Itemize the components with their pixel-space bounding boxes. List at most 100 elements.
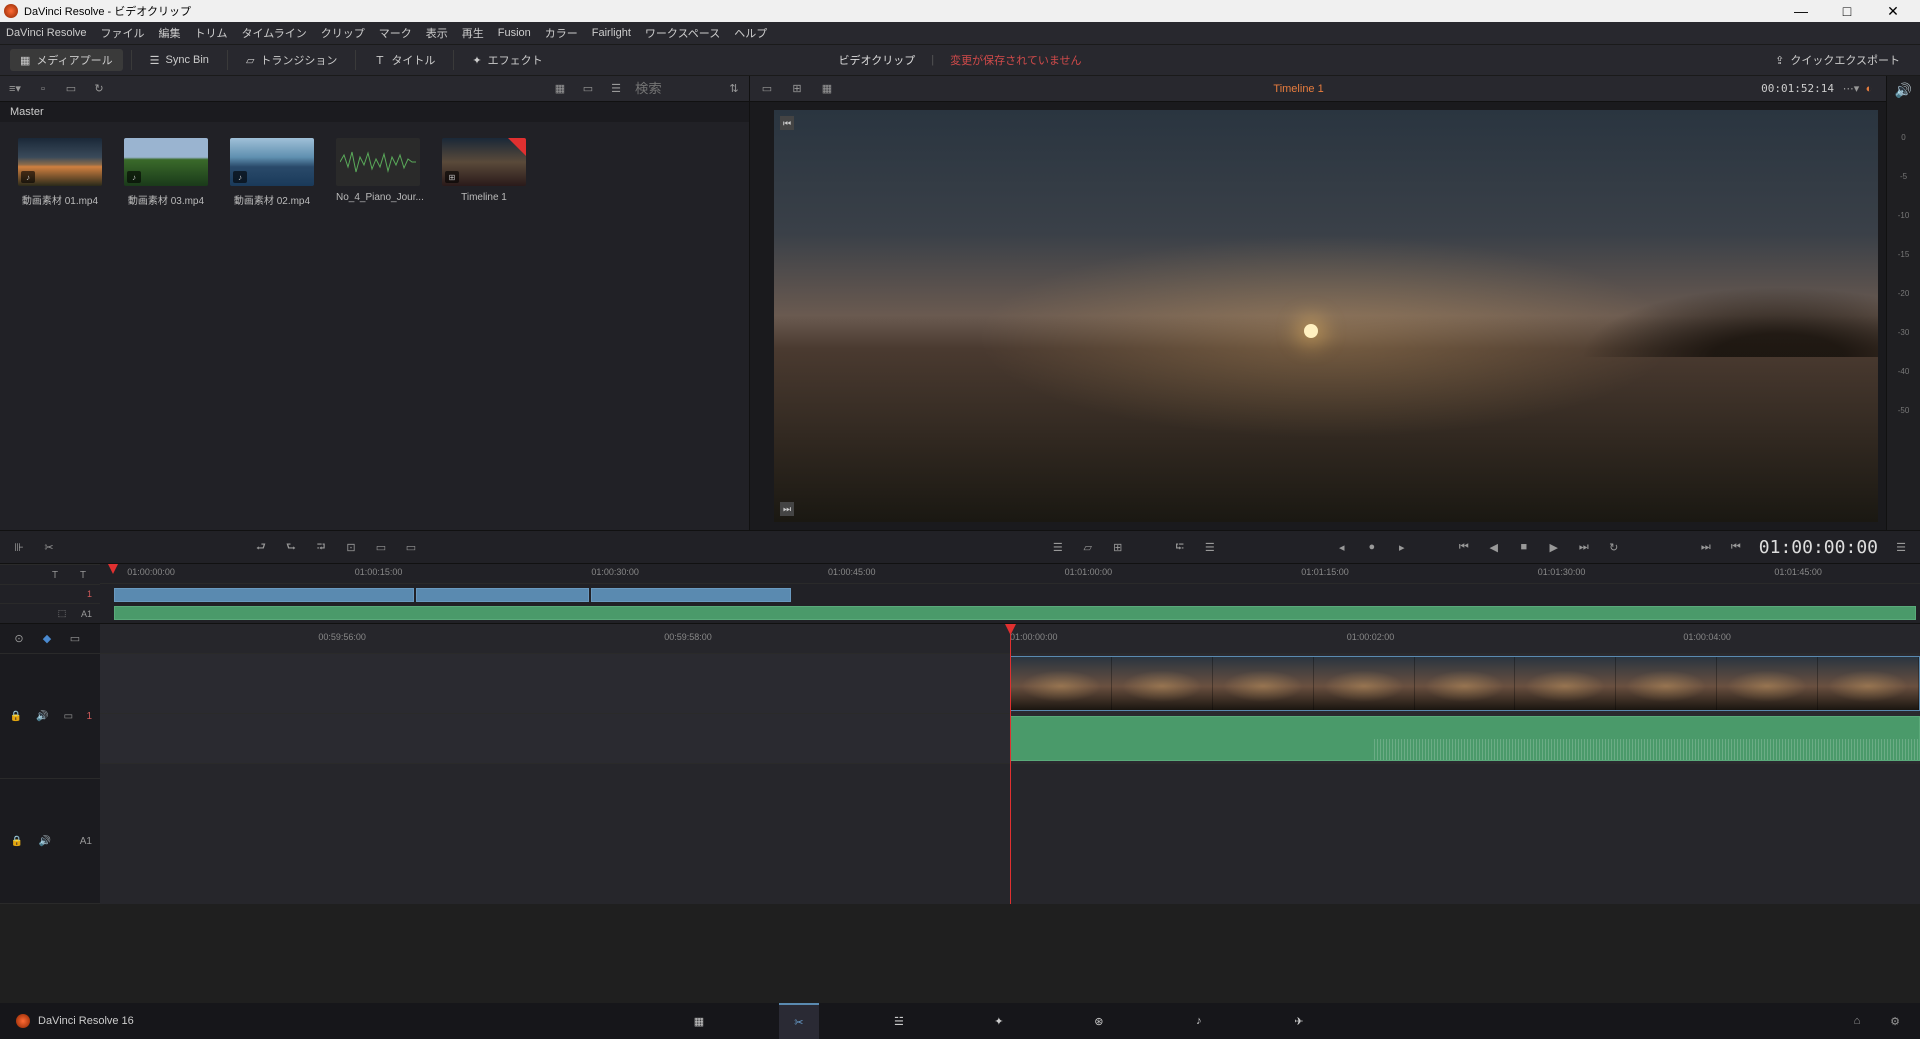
- viewer-timecode[interactable]: 00:01:52:14: [1761, 82, 1834, 95]
- split-icon[interactable]: ✂: [40, 539, 58, 555]
- pool-sort-icon[interactable]: ≡▾: [6, 81, 24, 97]
- pool-folder-icon[interactable]: ▭: [62, 81, 80, 97]
- menu-fairlight[interactable]: Fairlight: [592, 27, 631, 39]
- mini-audio-clip[interactable]: [114, 606, 1916, 620]
- viewer-mode1-icon[interactable]: ▭: [758, 81, 776, 97]
- view-thumbs-icon[interactable]: ▦: [551, 81, 569, 97]
- menu-help[interactable]: ヘルプ: [734, 25, 767, 41]
- tab-color[interactable]: ⊛: [1079, 1003, 1119, 1039]
- viewer-opt-icon[interactable]: ⋯▾: [1842, 81, 1860, 97]
- viewer-mode2-icon[interactable]: ⊞: [788, 81, 806, 97]
- boring-detector-icon[interactable]: ⊪: [10, 539, 28, 555]
- marker-icon[interactable]: ◆: [38, 631, 56, 647]
- tab-fairlight[interactable]: ♪: [1179, 1003, 1219, 1039]
- menu-timeline[interactable]: タイムライン: [242, 25, 307, 41]
- speaker-icon[interactable]: 🔊: [1895, 82, 1912, 99]
- view-list-icon[interactable]: ☰: [607, 81, 625, 97]
- marker-dot-icon[interactable]: ●: [1363, 539, 1381, 555]
- menu-trim[interactable]: トリム: [195, 25, 228, 41]
- pool-import-icon[interactable]: ▫: [34, 81, 52, 97]
- lock-icon[interactable]: 🔒: [8, 708, 24, 724]
- prev-clip-icon[interactable]: ◂: [1333, 539, 1351, 555]
- view-strip-icon[interactable]: ▭: [579, 81, 597, 97]
- mini-tool-b-icon[interactable]: Ｔ: [74, 566, 92, 582]
- bypass-icon[interactable]: ◐: [1860, 81, 1878, 97]
- ripple-icon[interactable]: ⮒: [312, 539, 330, 555]
- mini-tool-c-icon[interactable]: ⬚: [53, 606, 71, 622]
- video-clip[interactable]: [1010, 656, 1920, 711]
- clip-item[interactable]: ♪ 動画素材 03.mp4: [124, 138, 208, 207]
- project-settings-icon[interactable]: ⚙: [1886, 1013, 1904, 1029]
- syncbin-toggle[interactable]: ☰ Sync Bin: [140, 51, 219, 70]
- tool-icon-1[interactable]: ☰: [1049, 539, 1067, 555]
- home-icon[interactable]: ⌂: [1848, 1013, 1866, 1029]
- track-view-icon[interactable]: ▭: [60, 708, 76, 724]
- go-start-button[interactable]: ⏮: [1455, 539, 1473, 555]
- mini-ruler[interactable]: 01:00:00:00 01:00:15:00 01:00:30:00 01:0…: [100, 564, 1920, 584]
- tab-fusion[interactable]: ✦: [979, 1003, 1019, 1039]
- search-input[interactable]: [635, 81, 715, 96]
- menu-playback[interactable]: 再生: [462, 25, 484, 41]
- mute-audio-icon[interactable]: 🔊: [36, 833, 54, 849]
- snap-icon[interactable]: ⊙: [10, 631, 28, 647]
- mediapool-toggle[interactable]: ▦ メディアプール: [10, 49, 123, 71]
- clip-item[interactable]: ⊞ Timeline 1: [442, 138, 526, 203]
- stop-button[interactable]: ■: [1515, 539, 1533, 555]
- audio-clip[interactable]: [1010, 716, 1920, 761]
- tools-icon[interactable]: ⮓: [1171, 539, 1189, 555]
- options-icon[interactable]: ☰: [1892, 539, 1910, 555]
- tab-cut[interactable]: ✂: [779, 1003, 819, 1039]
- next-clip-icon[interactable]: ▸: [1393, 539, 1411, 555]
- lock-icon[interactable]: 🔒: [8, 833, 26, 849]
- tab-deliver[interactable]: ✈: [1279, 1003, 1319, 1039]
- play-button[interactable]: ▶: [1545, 539, 1563, 555]
- menu-workspace[interactable]: ワークスペース: [645, 25, 720, 41]
- menu-color[interactable]: カラー: [545, 25, 578, 41]
- effect-toggle[interactable]: ✦ エフェクト: [462, 49, 552, 71]
- viewer-canvas[interactable]: ⏮ ⏭: [774, 110, 1878, 522]
- menu-file[interactable]: ファイル: [101, 25, 145, 41]
- close-button[interactable]: ✕: [1870, 0, 1916, 22]
- append-icon[interactable]: ⮑: [282, 539, 300, 555]
- tab-edit[interactable]: ☱: [879, 1003, 919, 1039]
- first-frame-button[interactable]: ⏮: [780, 116, 794, 130]
- tool-icon-3[interactable]: ⊞: [1109, 539, 1127, 555]
- settings-icon[interactable]: ☰: [1201, 539, 1219, 555]
- mute-video-icon[interactable]: 🔊: [34, 708, 50, 724]
- smart-insert-icon[interactable]: ⮐: [252, 539, 270, 555]
- playhead[interactable]: [1010, 624, 1011, 904]
- filter-icon[interactable]: ⇅: [725, 81, 743, 97]
- menu-mark[interactable]: マーク: [379, 25, 412, 41]
- tab-media[interactable]: ▦: [679, 1003, 719, 1039]
- step-fwd-button[interactable]: ⏭: [1575, 539, 1593, 555]
- source-overwrite-icon[interactable]: ▭: [402, 539, 420, 555]
- menu-fusion[interactable]: Fusion: [498, 27, 531, 39]
- flag-tool-icon[interactable]: ▭: [66, 631, 84, 647]
- clip-item[interactable]: No_4_Piano_Jour...: [336, 138, 420, 203]
- menu-davinci[interactable]: DaVinci Resolve: [6, 27, 87, 39]
- clip-item[interactable]: ♪ 動画素材 02.mp4: [230, 138, 314, 207]
- mini-video-clip[interactable]: [416, 588, 589, 602]
- mini-tool-a-icon[interactable]: Ｔ: [46, 566, 64, 582]
- mini-playhead[interactable]: [108, 564, 118, 574]
- transition-toggle[interactable]: ▱ トランジション: [236, 49, 347, 71]
- place-on-top-icon[interactable]: ▭: [372, 539, 390, 555]
- transport-timecode[interactable]: 01:00:00:00: [1759, 537, 1878, 558]
- go-in-button[interactable]: ⏭: [1697, 539, 1715, 555]
- viewer-mode3-icon[interactable]: ▦: [818, 81, 836, 97]
- mini-video-clip[interactable]: [114, 588, 414, 602]
- minimize-button[interactable]: —: [1778, 0, 1824, 22]
- timeline-body[interactable]: 00:59:56:00 00:59:58:00 01:00:00:00 01:0…: [100, 624, 1920, 904]
- mini-video-clip[interactable]: [591, 588, 791, 602]
- maximize-button[interactable]: □: [1824, 0, 1870, 22]
- bin-label[interactable]: Master: [0, 102, 749, 122]
- go-out-button[interactable]: ⏮: [1727, 539, 1745, 555]
- pool-refresh-icon[interactable]: ↻: [90, 81, 108, 97]
- quickexport-button[interactable]: ⇪ クイックエクスポート: [1765, 49, 1910, 71]
- close-up-icon[interactable]: ⊡: [342, 539, 360, 555]
- mini-timeline-body[interactable]: 01:00:00:00 01:00:15:00 01:00:30:00 01:0…: [100, 564, 1920, 623]
- title-toggle[interactable]: Ｔ タイトル: [364, 49, 445, 71]
- tool-icon-2[interactable]: ▱: [1079, 539, 1097, 555]
- loop-button[interactable]: ↻: [1605, 539, 1623, 555]
- menu-edit[interactable]: 編集: [159, 25, 181, 41]
